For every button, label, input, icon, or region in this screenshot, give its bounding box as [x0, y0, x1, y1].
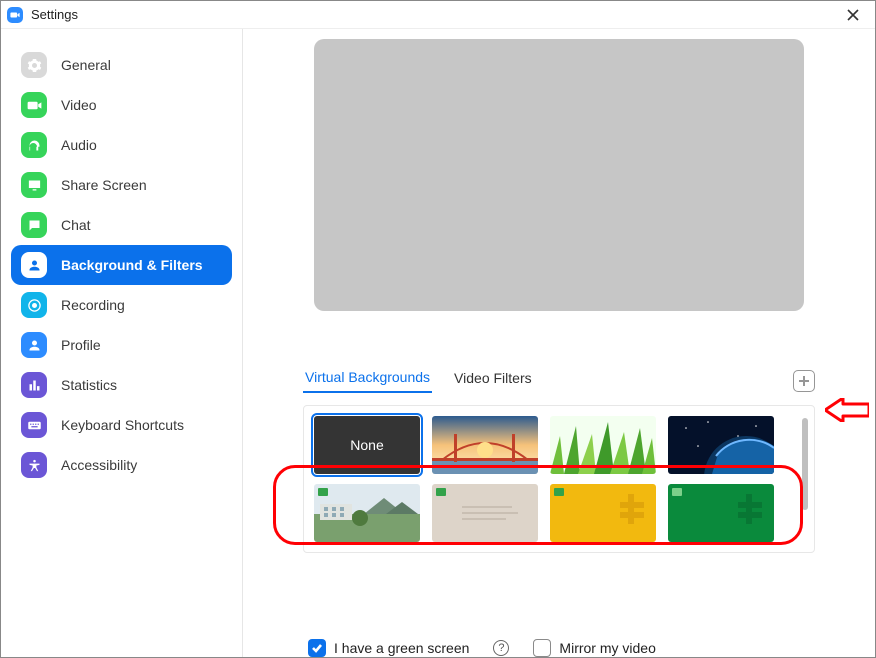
sidebar-item-label: Audio: [61, 137, 97, 153]
sidebar-item-label: Chat: [61, 217, 91, 233]
background-gallery: None: [303, 405, 815, 553]
help-icon[interactable]: ?: [493, 640, 509, 656]
app-video-icon: [7, 7, 23, 23]
sidebar-item-general[interactable]: General: [11, 45, 232, 85]
titlebar: Settings: [1, 1, 875, 29]
checkbox-green-screen[interactable]: I have a green screen: [308, 639, 469, 657]
sidebar-item-keyboard-shortcuts[interactable]: Keyboard Shortcuts: [11, 405, 232, 445]
green-screen-label: I have a green screen: [334, 640, 469, 656]
annotation-arrow: [825, 398, 869, 422]
sidebar-item-profile[interactable]: Profile: [11, 325, 232, 365]
sidebar-item-label: Accessibility: [61, 457, 137, 473]
video-icon: [21, 92, 47, 118]
bg-thumb-brand-yellow[interactable]: [550, 484, 656, 542]
accessibility-icon: [21, 452, 47, 478]
sidebar-item-label: Statistics: [61, 377, 117, 393]
body: General Video Audio Share Screen: [1, 29, 875, 657]
close-button[interactable]: [837, 1, 869, 29]
sidebar-item-label: Profile: [61, 337, 101, 353]
bg-thumb-none[interactable]: None: [314, 416, 420, 474]
bg-thumb-brand-green[interactable]: [668, 484, 774, 542]
bg-thumb-grass[interactable]: [550, 416, 656, 474]
bg-thumb-campus[interactable]: [314, 484, 420, 542]
sidebar-item-chat[interactable]: Chat: [11, 205, 232, 245]
bg-thumb-earth[interactable]: [668, 416, 774, 474]
gallery-scrollbar[interactable]: [802, 418, 808, 510]
tab-virtual-backgrounds[interactable]: Virtual Backgrounds: [303, 369, 432, 393]
checked-icon: [308, 639, 326, 657]
sidebar: General Video Audio Share Screen: [1, 29, 243, 657]
headphones-icon: [21, 132, 47, 158]
chat-icon: [21, 212, 47, 238]
sidebar-item-label: Share Screen: [61, 177, 147, 193]
gear-icon: [21, 52, 47, 78]
profile-icon: [21, 332, 47, 358]
sidebar-item-label: General: [61, 57, 111, 73]
footer-options: I have a green screen ? Mirror my video: [308, 639, 815, 657]
video-preview: [314, 39, 804, 311]
tab-video-filters[interactable]: Video Filters: [452, 370, 534, 392]
sidebar-item-video[interactable]: Video: [11, 85, 232, 125]
window-title: Settings: [31, 7, 78, 22]
record-icon: [21, 292, 47, 318]
keyboard-icon: [21, 412, 47, 438]
mirror-label: Mirror my video: [559, 640, 655, 656]
person-icon: [21, 252, 47, 278]
settings-window: Settings General Video: [0, 0, 876, 658]
main-panel: Virtual Backgrounds Video Filters None: [243, 29, 875, 657]
add-image-button[interactable]: [793, 370, 815, 392]
sidebar-item-share-screen[interactable]: Share Screen: [11, 165, 232, 205]
sidebar-item-label: Background & Filters: [61, 257, 203, 273]
unchecked-icon: [533, 639, 551, 657]
sidebar-item-accessibility[interactable]: Accessibility: [11, 445, 232, 485]
tabs: Virtual Backgrounds Video Filters: [303, 369, 815, 393]
sidebar-item-label: Recording: [61, 297, 125, 313]
none-label: None: [350, 437, 383, 453]
stats-icon: [21, 372, 47, 398]
sidebar-item-label: Keyboard Shortcuts: [61, 417, 184, 433]
sidebar-item-label: Video: [61, 97, 97, 113]
sidebar-item-background-filters[interactable]: Background & Filters: [11, 245, 232, 285]
sidebar-item-statistics[interactable]: Statistics: [11, 365, 232, 405]
share-icon: [21, 172, 47, 198]
bg-thumb-brand-light[interactable]: [432, 484, 538, 542]
bg-thumb-golden-gate[interactable]: [432, 416, 538, 474]
sidebar-item-recording[interactable]: Recording: [11, 285, 232, 325]
checkbox-mirror-video[interactable]: Mirror my video: [533, 639, 655, 657]
sidebar-item-audio[interactable]: Audio: [11, 125, 232, 165]
